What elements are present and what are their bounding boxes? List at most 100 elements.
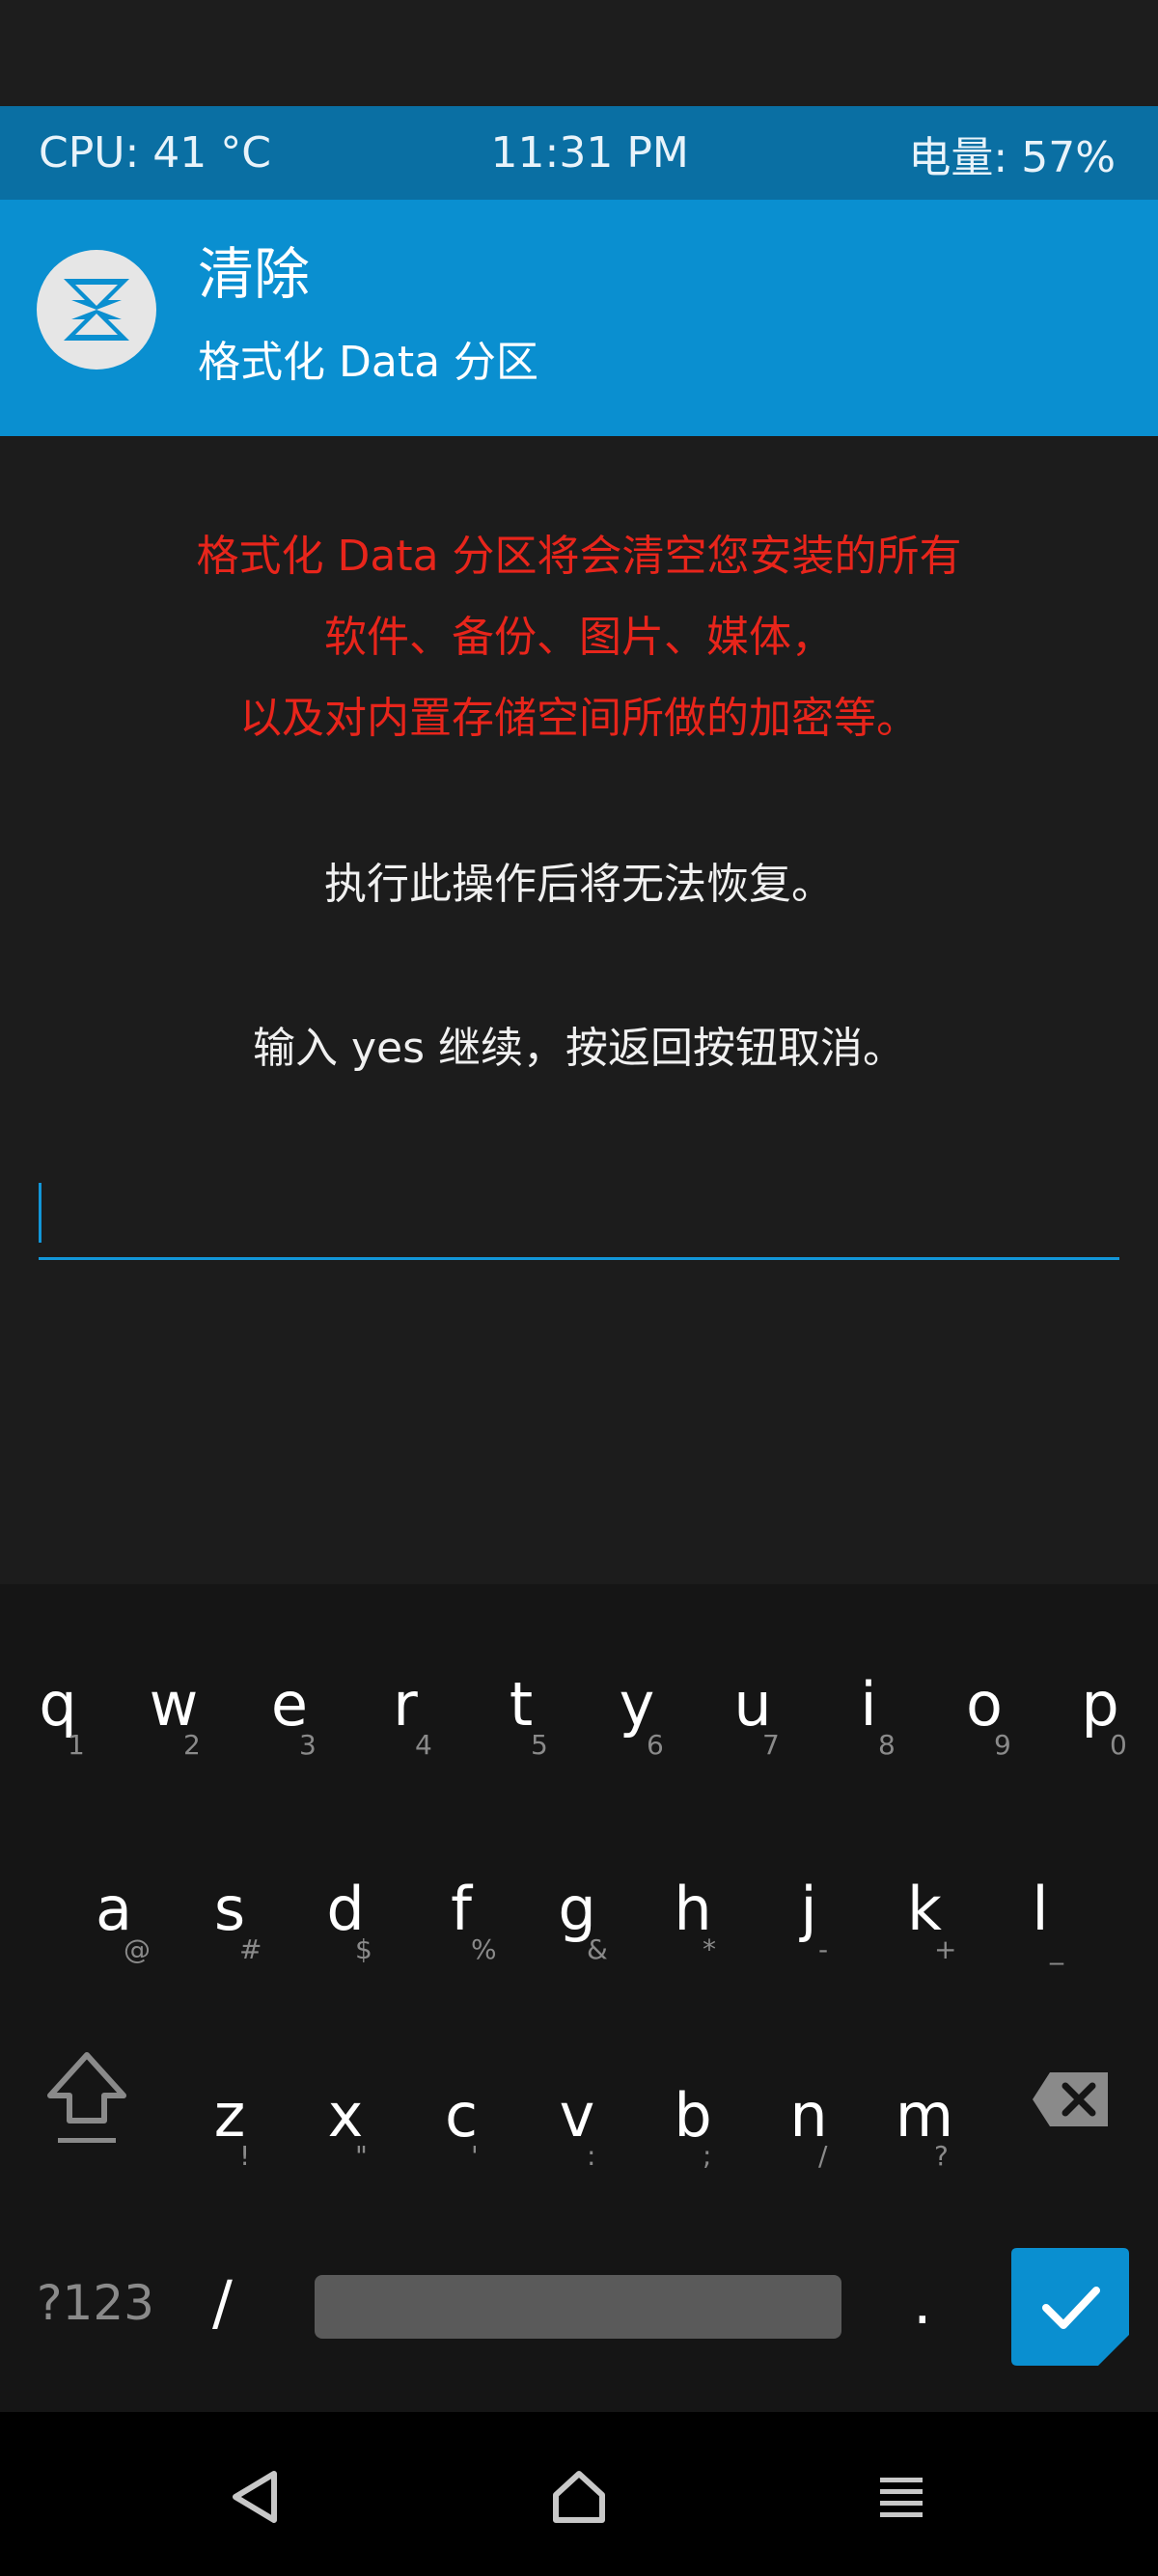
key-v[interactable]: v: xyxy=(519,2051,635,2244)
clock: 11:31 PM xyxy=(490,128,689,178)
key-secondary-label: 6 xyxy=(647,1729,664,1761)
key-label: o xyxy=(966,1669,1003,1740)
key-secondary-label: @ xyxy=(124,1933,151,1965)
twrp-logo-icon xyxy=(37,250,156,370)
battery-level: 电量: 57% xyxy=(908,132,1116,182)
key-secondary-label: 5 xyxy=(531,1729,548,1761)
navigation-bar xyxy=(0,2412,1158,2576)
key-label: j xyxy=(800,1874,817,1944)
key-secondary-label: ' xyxy=(471,2140,479,2172)
page-subtitle: 格式化 Data 分区 xyxy=(198,338,539,387)
key-label: h xyxy=(674,1874,712,1944)
checkmark-icon[interactable] xyxy=(1011,2248,1129,2366)
key-j[interactable]: j- xyxy=(751,1845,867,2038)
key-label: c xyxy=(444,2080,479,2151)
key-h[interactable]: h * xyxy=(635,1845,751,2038)
key-label: w xyxy=(149,1669,199,1740)
key-secondary-label: 8 xyxy=(878,1729,896,1761)
key-s[interactable]: s # xyxy=(172,1845,288,2038)
instruction-text: 输入 yes 继续，按返回按钮取消。 xyxy=(252,1024,905,1073)
key-label: m xyxy=(895,2080,954,2151)
key-label: q xyxy=(39,1669,77,1740)
key-label: v xyxy=(559,2080,595,2151)
key-o[interactable]: o9 xyxy=(926,1640,1042,1833)
key-secondary-label: & xyxy=(587,1933,608,1965)
key-label: n xyxy=(789,2080,828,2151)
key-e[interactable]: e3 xyxy=(232,1640,347,1833)
key-n[interactable]: n / xyxy=(751,2051,867,2244)
menu-icon[interactable] xyxy=(870,2466,932,2528)
key-label: r xyxy=(393,1669,418,1740)
key-x[interactable]: x " xyxy=(288,2051,403,2244)
warning-line-3: 以及对内置存储空间所做的加密等。 xyxy=(239,694,919,743)
key-label: b xyxy=(674,2080,712,2151)
key-c[interactable]: c ' xyxy=(403,2051,519,2244)
key-secondary-label: : xyxy=(587,2140,596,2172)
content-area: 格式化 Data 分区将会清空您安装的所有 软件、备份、图片、媒体， 以及对内置… xyxy=(0,436,1158,1584)
key-label: y xyxy=(619,1669,655,1740)
key-secondary-label: $ xyxy=(355,1933,372,1965)
key-m[interactable]: m? xyxy=(867,2051,982,2244)
key-z[interactable]: z! xyxy=(172,2051,288,2244)
key-q[interactable]: q1 xyxy=(0,1640,116,1833)
key-label: k xyxy=(907,1874,942,1944)
key-w[interactable]: w2 xyxy=(116,1640,232,1833)
key-secondary-label: " xyxy=(355,2140,368,2172)
key-secondary-label: 4 xyxy=(415,1729,432,1761)
key-secondary-label: * xyxy=(703,1933,716,1965)
key-label: f xyxy=(451,1874,472,1944)
text-caret xyxy=(39,1183,41,1243)
page-title: 清除 xyxy=(198,241,311,307)
system-top-bar xyxy=(0,0,1158,106)
key-label: g xyxy=(558,1874,596,1944)
key-label: a xyxy=(96,1874,132,1944)
key-secondary-label: 0 xyxy=(1110,1729,1127,1761)
key-secondary-label: 2 xyxy=(183,1729,201,1761)
key-u[interactable]: u7 xyxy=(695,1640,811,1833)
key-label: i xyxy=(860,1669,877,1740)
key-secondary-label: # xyxy=(239,1933,262,1965)
period-key[interactable]: . xyxy=(913,2267,932,2338)
key-b[interactable]: b; xyxy=(635,2051,751,2244)
key-secondary-label: 7 xyxy=(762,1729,780,1761)
cpu-temperature: CPU: 41 °C xyxy=(39,128,271,178)
key-label: s xyxy=(213,1874,246,1944)
key-label: p xyxy=(1081,1669,1119,1740)
confirm-input[interactable] xyxy=(39,1179,1119,1260)
key-secondary-label: 9 xyxy=(994,1729,1011,1761)
key-t[interactable]: t5 xyxy=(463,1640,579,1833)
key-secondary-label: - xyxy=(818,1933,829,1965)
key-secondary-label: ! xyxy=(239,2140,251,2172)
key-secondary-label: ? xyxy=(934,2140,949,2172)
warning-line-1: 格式化 Data 分区将会清空您安装的所有 xyxy=(196,532,962,581)
backspace-icon[interactable] xyxy=(1031,2070,1110,2128)
key-label: t xyxy=(509,1669,534,1740)
key-i[interactable]: i8 xyxy=(811,1640,926,1833)
key-y[interactable]: y6 xyxy=(579,1640,695,1833)
key-secondary-label: / xyxy=(818,2140,828,2172)
symbols-key[interactable]: ?123 xyxy=(37,2275,154,2331)
key-secondary-label: 1 xyxy=(68,1729,85,1761)
home-icon[interactable] xyxy=(548,2466,610,2528)
back-triangle-icon[interactable] xyxy=(226,2466,288,2528)
key-secondary-label: _ xyxy=(1050,1933,1063,1965)
key-r[interactable]: r4 xyxy=(347,1640,463,1833)
key-label: l xyxy=(1032,1874,1049,1944)
key-k[interactable]: k + xyxy=(867,1845,982,2038)
key-f[interactable]: f% xyxy=(403,1845,519,2038)
key-l[interactable]: l _ xyxy=(982,1845,1098,2038)
key-label: x xyxy=(327,2080,364,2151)
key-d[interactable]: d $ xyxy=(288,1845,403,2038)
space-key[interactable] xyxy=(315,2275,841,2339)
key-label: u xyxy=(733,1669,772,1740)
key-secondary-label: 3 xyxy=(299,1729,317,1761)
key-secondary-label: + xyxy=(934,1933,957,1965)
shift-icon[interactable] xyxy=(39,2047,135,2153)
page-header: 清除 格式化 Data 分区 xyxy=(0,200,1158,436)
key-secondary-label: ; xyxy=(703,2140,712,2172)
slash-key[interactable]: / xyxy=(212,2267,233,2338)
key-p[interactable]: p0 xyxy=(1042,1640,1158,1833)
status-bar: CPU: 41 °C 11:31 PM 电量: 57% xyxy=(0,106,1158,200)
key-g[interactable]: g & xyxy=(519,1845,635,2038)
key-a[interactable]: a @ xyxy=(56,1845,172,2038)
